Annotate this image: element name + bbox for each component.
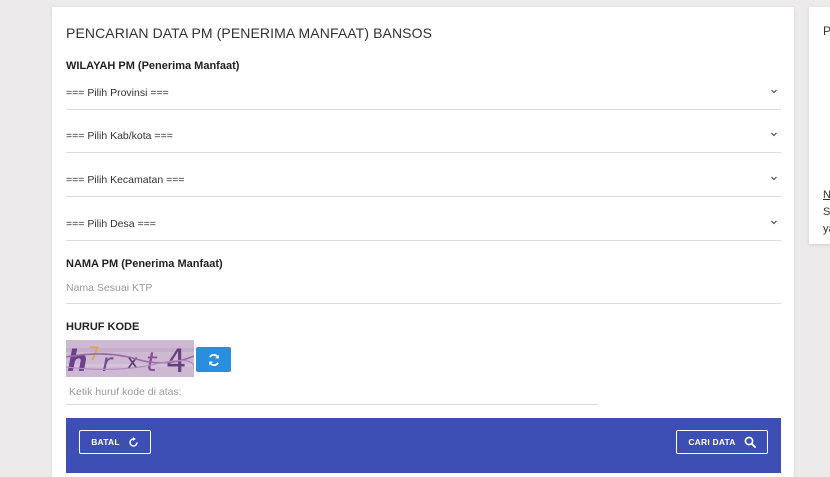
chevron-down-icon xyxy=(771,89,777,94)
search-button-label: CARI DATA xyxy=(688,437,736,447)
refresh-icon xyxy=(129,436,138,447)
svg-text:h: h xyxy=(67,344,88,377)
captcha-image: h 7 r x t 4 xyxy=(66,340,194,377)
region-section-label: WILAYAH PM (Penerima Manfaat) xyxy=(66,60,240,72)
captcha-code-placeholder: Ketik huruf kode di atas: xyxy=(69,386,182,398)
search-icon xyxy=(744,436,756,448)
village-select-value: === Pilih Desa === xyxy=(66,218,156,230)
page-title: PENCARIAN DATA PM (PENERIMA MANFAAT) BAN… xyxy=(66,25,433,41)
district-select[interactable]: === Pilih Kecamatan === xyxy=(66,172,781,197)
svg-text:r: r xyxy=(102,348,114,377)
side-info-link[interactable]: N xyxy=(823,189,830,201)
name-input-placeholder: Nama Sesuai KTP xyxy=(66,282,153,294)
village-select[interactable]: === Pilih Desa === xyxy=(66,216,781,241)
side-info-title: P xyxy=(823,24,830,38)
cancel-button-label: BATAL xyxy=(91,437,120,447)
captcha-code-input[interactable]: Ketik huruf kode di atas: xyxy=(66,382,598,405)
chevron-down-icon xyxy=(771,220,777,225)
search-button[interactable]: CARI DATA xyxy=(676,430,768,454)
side-info-text-line-2: ya xyxy=(823,223,830,235)
province-select-value: === Pilih Provinsi === xyxy=(66,87,169,99)
side-info-text-line-1: Sl xyxy=(823,206,830,218)
chevron-down-icon xyxy=(771,132,777,137)
code-section-label: HURUF KODE xyxy=(66,321,140,333)
district-select-value: === Pilih Kecamatan === xyxy=(66,174,185,186)
name-section-label: NAMA PM (Penerima Manfaat) xyxy=(66,258,223,270)
province-select[interactable]: === Pilih Provinsi === xyxy=(66,85,781,110)
search-form-card: PENCARIAN DATA PM (PENERIMA MANFAAT) BAN… xyxy=(52,7,794,477)
refresh-captcha-button[interactable] xyxy=(196,347,231,372)
cancel-button[interactable]: BATAL xyxy=(79,430,151,454)
chevron-down-icon xyxy=(771,176,777,181)
side-info-card: P N Sl ya xyxy=(809,7,830,244)
svg-text:x: x xyxy=(127,351,138,373)
regency-select[interactable]: === Pilih Kab/kota === xyxy=(66,128,781,153)
refresh-icon xyxy=(208,353,219,366)
regency-select-value: === Pilih Kab/kota === xyxy=(66,130,173,142)
form-action-bar: BATAL CARI DATA xyxy=(66,418,781,473)
name-input[interactable]: Nama Sesuai KTP xyxy=(66,279,781,304)
